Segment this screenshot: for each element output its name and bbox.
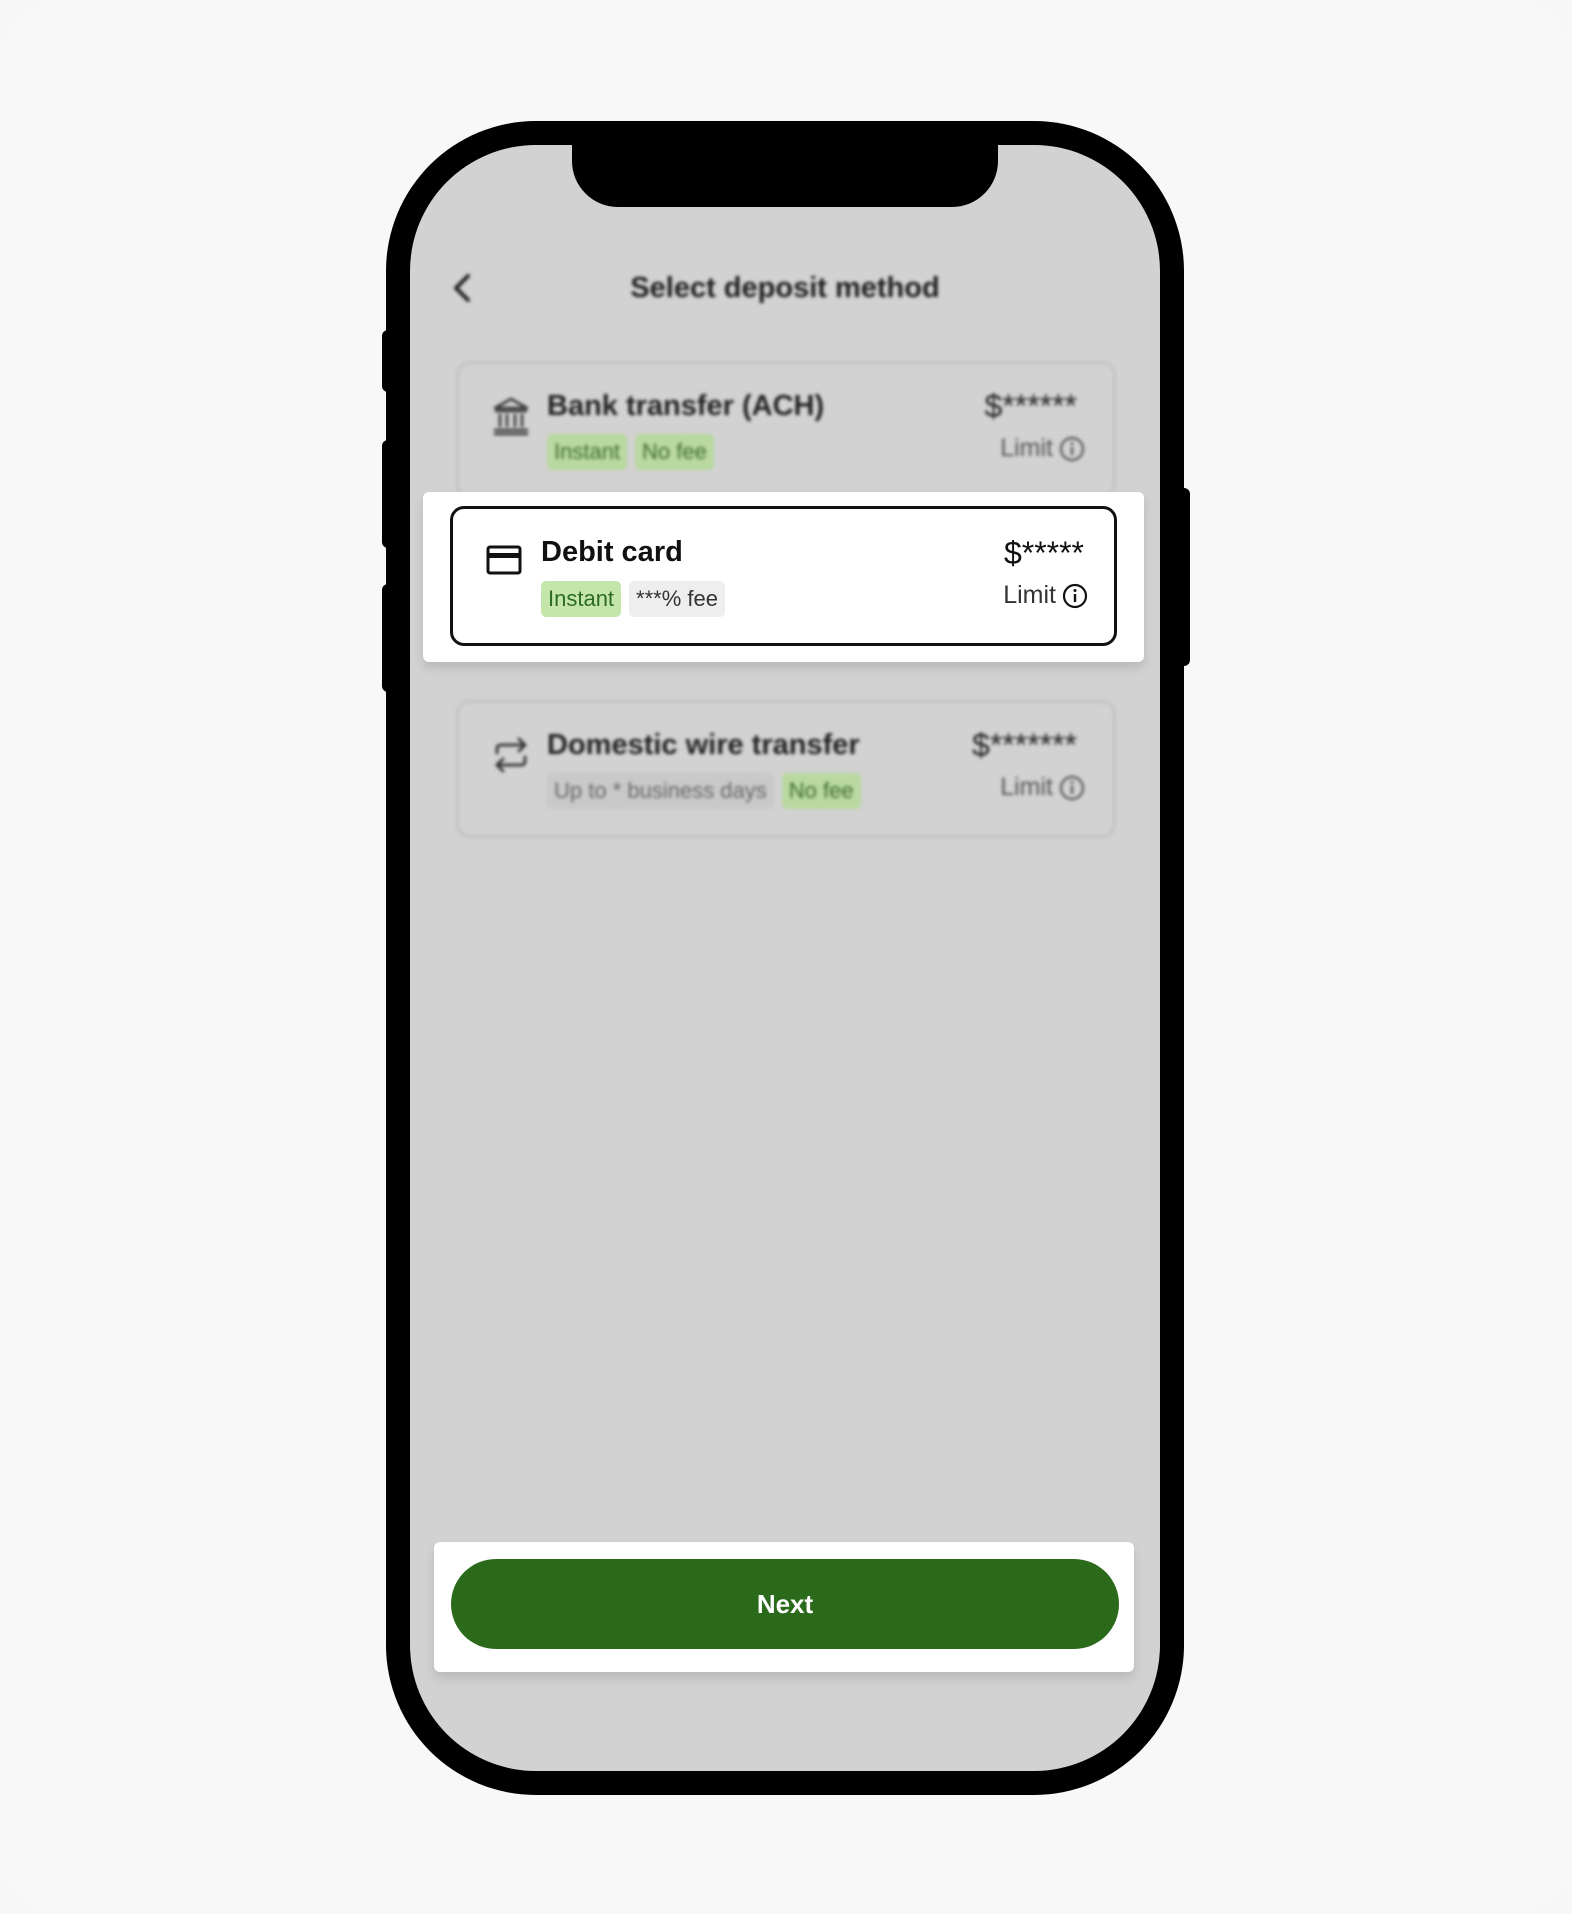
tag-business-days: Up to * business days xyxy=(547,773,774,809)
limit-label: Limit xyxy=(1003,581,1056,609)
limit-label: Limit xyxy=(1000,773,1053,801)
tag-no-fee: No fee xyxy=(635,434,714,470)
next-button-container: Next xyxy=(434,1542,1134,1672)
method-amount: $****** xyxy=(984,388,1077,424)
method-domestic-wire[interactable]: Domestic wire transfer Up to * business … xyxy=(456,700,1116,838)
method-limit[interactable]: Limit xyxy=(1000,773,1085,802)
next-button[interactable]: Next xyxy=(451,1559,1119,1649)
method-tags: Instant No fee xyxy=(547,434,722,470)
method-tags: Up to * business days No fee xyxy=(547,773,869,809)
tag-no-fee: No fee xyxy=(781,773,861,809)
tag-instant: Instant xyxy=(547,434,628,470)
method-name: Domestic wire transfer xyxy=(547,729,860,761)
method-amount: $***** xyxy=(1003,535,1084,571)
method-name: Bank transfer (ACH) xyxy=(547,390,825,422)
method-limit[interactable]: Limit xyxy=(1003,581,1088,610)
method-amount: $******* xyxy=(972,727,1077,763)
tag-fee: ***% fee xyxy=(629,581,725,617)
bank-icon xyxy=(493,397,529,436)
tag-instant: Instant xyxy=(541,581,622,617)
page-title: Select deposit method xyxy=(630,272,940,304)
info-icon[interactable] xyxy=(1062,583,1088,609)
credit-card-icon xyxy=(486,545,522,575)
method-debit-card[interactable]: Debit card Instant ***% fee $***** Limit xyxy=(450,506,1117,646)
transfer-arrows-icon xyxy=(495,737,527,773)
info-icon[interactable] xyxy=(1059,436,1085,462)
phone-notch xyxy=(572,145,998,207)
limit-label: Limit xyxy=(1000,434,1053,462)
info-icon[interactable] xyxy=(1059,775,1085,801)
method-name: Debit card xyxy=(541,536,683,568)
method-tags: Instant ***% fee xyxy=(541,581,733,617)
method-bank-transfer[interactable]: Bank transfer (ACH) Instant No fee $*****… xyxy=(456,361,1116,499)
method-limit[interactable]: Limit xyxy=(1000,434,1085,463)
phone-screen: Select deposit method Bank transfer (ACH… xyxy=(410,145,1160,1771)
